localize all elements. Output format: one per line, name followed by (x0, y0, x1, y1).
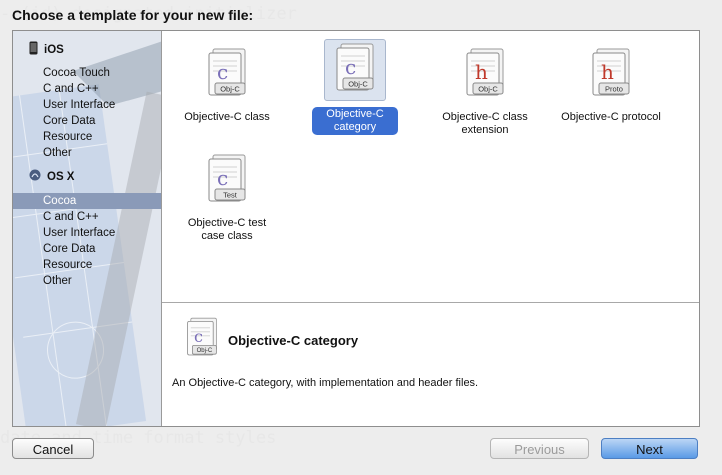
svg-text:Obj-C: Obj-C (197, 348, 213, 354)
osx-icon (29, 169, 41, 184)
template-label: Objective-C protocol (561, 111, 661, 123)
template-objc-class[interactable]: c Obj-C Objective-C class (172, 45, 282, 124)
template-objc-category[interactable]: c Obj-C Objective-C category (300, 39, 410, 135)
svg-text:c: c (217, 60, 228, 84)
sidebar-item-ios-core-data[interactable]: Core Data (13, 113, 161, 129)
svg-text:Obj-C: Obj-C (478, 85, 498, 94)
template-label: Objective-C class (184, 111, 270, 123)
sidebar-section-label: OS X (47, 170, 75, 183)
template-grid: c Obj-C Objective-C class c Obj-C Objectiv… (162, 31, 699, 301)
sidebar-item-osx-resource[interactable]: Resource (13, 257, 161, 273)
iphone-icon (29, 41, 38, 58)
cancel-button[interactable]: Cancel (12, 438, 94, 459)
template-objc-test-case-class[interactable]: c Test Objective-C test case class (172, 151, 282, 243)
objc-test-file-icon: c Test (197, 151, 257, 213)
sidebar-section-ios: iOS (29, 41, 64, 58)
svg-text:c: c (345, 55, 356, 79)
sidebar-section-osx: OS X (29, 169, 74, 184)
sidebar-item-osx-c-and-cpp[interactable]: C and C++ (13, 209, 161, 225)
dialog-title: Choose a template for your new file: (12, 7, 254, 23)
sidebar-item-ios-c-and-cpp[interactable]: C and C++ (13, 81, 161, 97)
svg-text:c: c (194, 327, 203, 346)
description-text: An Objective-C category, with implementa… (172, 377, 479, 389)
template-chooser-panel: iOS Cocoa Touch C and C++ User Interface… (12, 30, 700, 427)
objc-category-file-icon: c Obj-C (324, 39, 386, 101)
sidebar-item-osx-core-data[interactable]: Core Data (13, 241, 161, 257)
template-description-pane: c Obj-C Objective-C category An Objective… (162, 302, 699, 426)
sidebar-item-ios-cocoa-touch[interactable]: Cocoa Touch (13, 65, 161, 81)
template-label: Objective-C test case class (187, 217, 267, 242)
objc-extension-file-icon: h Obj-C (455, 45, 515, 107)
svg-text:h: h (475, 60, 488, 84)
sidebar-item-ios-user-interface[interactable]: User Interface (13, 97, 161, 113)
svg-text:Test: Test (223, 191, 238, 200)
objc-protocol-file-icon: h Proto (581, 45, 641, 107)
sidebar-item-ios-other[interactable]: Other (13, 145, 161, 161)
description-title: Objective-C category (228, 333, 359, 348)
svg-text:c: c (217, 166, 228, 190)
platform-sidebar: iOS Cocoa Touch C and C++ User Interface… (13, 31, 162, 426)
previous-button[interactable]: Previous (490, 438, 589, 459)
svg-text:Obj-C: Obj-C (348, 80, 368, 89)
svg-text:Obj-C: Obj-C (220, 85, 240, 94)
template-objc-protocol[interactable]: h Proto Objective-C protocol (556, 45, 666, 124)
template-label: Objective-C class extension (442, 111, 528, 136)
sidebar-item-osx-cocoa[interactable]: Cocoa (13, 193, 161, 209)
template-label: Objective-C category (312, 107, 398, 135)
svg-text:Proto: Proto (605, 85, 623, 94)
sidebar-item-osx-user-interface[interactable]: User Interface (13, 225, 161, 241)
objc-class-file-icon: c Obj-C (197, 45, 257, 107)
objc-category-file-icon: c Obj-C (178, 315, 226, 370)
sidebar-item-ios-resource[interactable]: Resource (13, 129, 161, 145)
sidebar-section-label: iOS (44, 43, 64, 56)
next-button[interactable]: Next (601, 438, 698, 459)
template-objc-class-extension[interactable]: h Obj-C Objective-C class extension (430, 45, 540, 137)
svg-text:h: h (601, 60, 614, 84)
sidebar-item-osx-other[interactable]: Other (13, 273, 161, 289)
